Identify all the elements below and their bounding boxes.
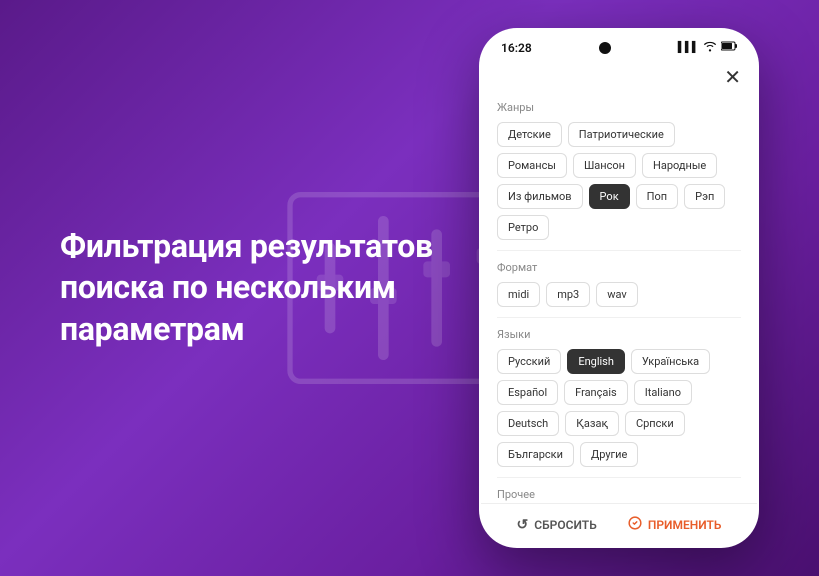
left-text-block: Фильтрация результатов поиска по несколь… bbox=[60, 226, 479, 351]
genres-section: Жанры Детские Патриотические Романсы Шан… bbox=[497, 101, 741, 240]
tag-english[interactable]: English bbox=[567, 349, 625, 374]
reset-icon: ↺ bbox=[517, 517, 529, 533]
tag-iz-filmov[interactable]: Из фильмов bbox=[497, 184, 583, 209]
format-section: Формат midi mp3 wav bbox=[497, 261, 741, 307]
close-btn-row: ✕ bbox=[497, 61, 741, 97]
tag-rep[interactable]: Рэп bbox=[684, 184, 725, 209]
languages-section: Языки Русский English Українська Español… bbox=[497, 328, 741, 467]
other-section: Прочее Только дуэты bbox=[497, 488, 741, 503]
apply-button[interactable]: ПРИМЕНИТЬ bbox=[628, 516, 722, 534]
tag-mp3[interactable]: mp3 bbox=[546, 282, 590, 307]
format-tags: midi mp3 wav bbox=[497, 282, 741, 307]
bottom-action-bar: ↺ СБРОСИТЬ ПРИМЕНИТЬ bbox=[481, 503, 757, 546]
phone-content: ✕ Жанры Детские Патриотические Романсы Ш… bbox=[481, 61, 757, 503]
tag-rok[interactable]: Рок bbox=[589, 184, 630, 209]
battery-icon bbox=[721, 41, 737, 54]
phone-mockup: 16:28 ▌▌▌ bbox=[479, 28, 759, 548]
phone-notch bbox=[599, 42, 611, 54]
tag-drugie[interactable]: Другие bbox=[580, 442, 638, 467]
tag-romansy[interactable]: Романсы bbox=[497, 153, 567, 178]
tag-midi[interactable]: midi bbox=[497, 282, 540, 307]
tag-deutsch[interactable]: Deutsch bbox=[497, 411, 559, 436]
reset-button[interactable]: ↺ СБРОСИТЬ bbox=[517, 517, 597, 533]
tag-shanson[interactable]: Шансон bbox=[573, 153, 636, 178]
status-icons: ▌▌▌ bbox=[678, 40, 737, 55]
other-label: Прочее bbox=[497, 488, 741, 501]
tag-italiano[interactable]: Italiano bbox=[634, 380, 692, 405]
divider-1 bbox=[497, 250, 741, 251]
signal-icon: ▌▌▌ bbox=[678, 42, 699, 53]
tag-wav[interactable]: wav bbox=[596, 282, 638, 307]
close-button[interactable]: ✕ bbox=[724, 65, 741, 89]
tag-kazak[interactable]: Қазақ bbox=[565, 411, 619, 436]
apply-label: ПРИМЕНИТЬ bbox=[648, 518, 722, 532]
time-display: 16:28 bbox=[501, 41, 532, 55]
wifi-icon bbox=[703, 40, 717, 55]
tag-espanol[interactable]: Español bbox=[497, 380, 558, 405]
main-heading: Фильтрация результатов поиска по несколь… bbox=[60, 226, 439, 351]
apply-icon bbox=[628, 516, 642, 534]
tag-srpski[interactable]: Српски bbox=[625, 411, 685, 436]
tag-francais[interactable]: Français bbox=[564, 380, 628, 405]
genres-label: Жанры bbox=[497, 101, 741, 114]
languages-tags: Русский English Українська Español Franç… bbox=[497, 349, 741, 467]
reset-label: СБРОСИТЬ bbox=[534, 518, 596, 532]
status-bar: 16:28 ▌▌▌ bbox=[481, 30, 757, 61]
tag-detskie[interactable]: Детские bbox=[497, 122, 562, 147]
divider-3 bbox=[497, 477, 741, 478]
genres-tags: Детские Патриотические Романсы Шансон На… bbox=[497, 122, 741, 240]
content-wrapper: Фильтрация результатов поиска по несколь… bbox=[0, 0, 819, 576]
tag-balgarski[interactable]: Български bbox=[497, 442, 574, 467]
tag-retro[interactable]: Ретро bbox=[497, 215, 549, 240]
tag-russkiy[interactable]: Русский bbox=[497, 349, 561, 374]
divider-2 bbox=[497, 317, 741, 318]
tag-narodnye[interactable]: Народные bbox=[642, 153, 717, 178]
tag-patrioticheskie[interactable]: Патриотические bbox=[568, 122, 675, 147]
format-label: Формат bbox=[497, 261, 741, 274]
languages-label: Языки bbox=[497, 328, 741, 341]
tag-ukrainska[interactable]: Українська bbox=[631, 349, 710, 374]
tag-pop[interactable]: Поп bbox=[636, 184, 678, 209]
